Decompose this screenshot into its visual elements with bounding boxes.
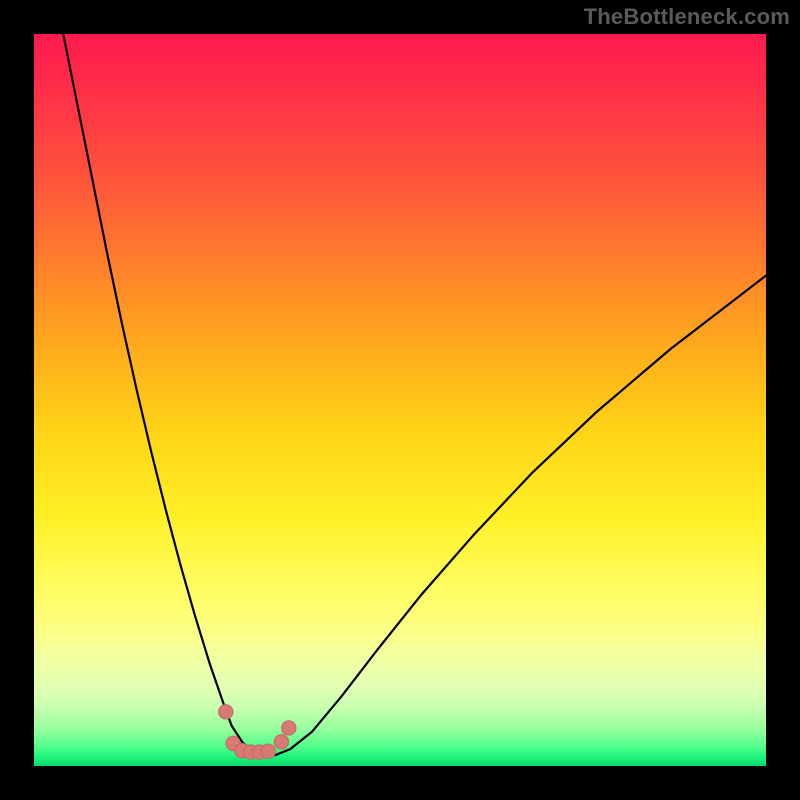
marker-dot xyxy=(261,744,275,758)
chart-frame: TheBottleneck.com xyxy=(0,0,800,800)
plot-area xyxy=(34,34,766,766)
floor-markers xyxy=(34,34,766,766)
watermark-text: TheBottleneck.com xyxy=(584,4,790,30)
marker-dot xyxy=(274,735,288,749)
marker-dot xyxy=(219,705,233,719)
marker-dot xyxy=(282,721,296,735)
